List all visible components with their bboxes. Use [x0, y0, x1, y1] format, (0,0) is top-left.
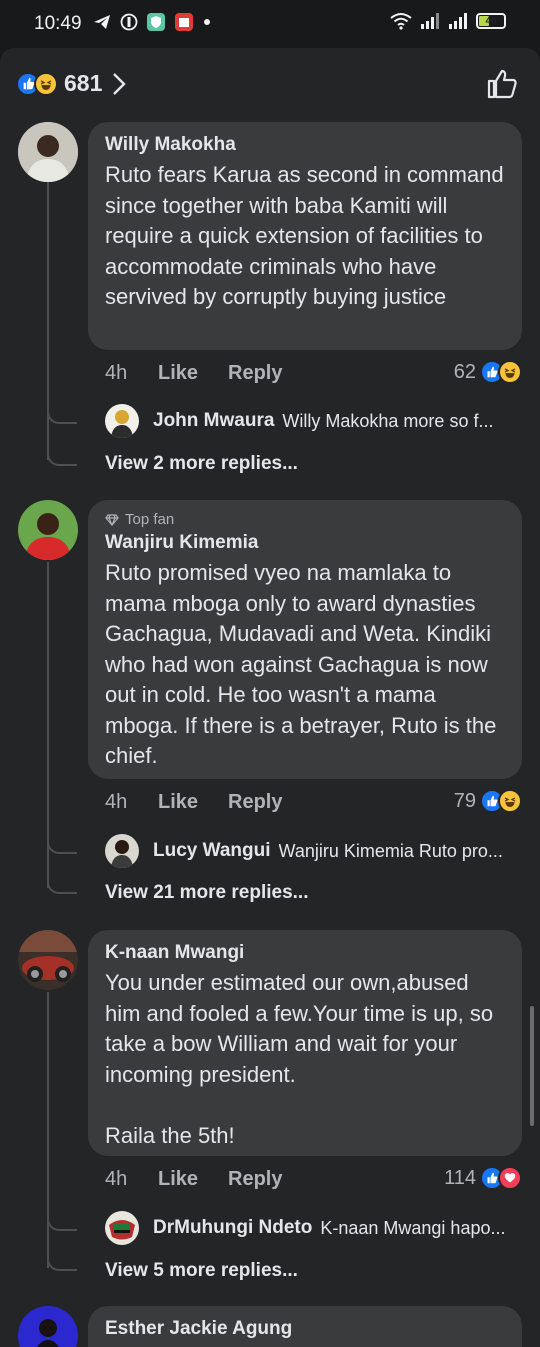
reaction-count: 681 — [64, 70, 103, 96]
reply-text: Wanjiru Kimemia Ruto pro... — [278, 840, 503, 861]
reply-preview[interactable]: DrMuhungi Ndeto K-naan Mwangi hapo... — [105, 1211, 525, 1245]
avatar[interactable] — [18, 500, 78, 560]
comment-text: Ruto fears Karua as second in command si… — [105, 162, 510, 309]
reply-button[interactable]: Reply — [228, 362, 282, 385]
comment-actions: 4h Like Reply — [105, 362, 282, 385]
reply-text: K-naan Mwangi hapo... — [320, 1217, 506, 1238]
comment-reaction-count: 79 — [453, 789, 476, 812]
reactions-summary-button[interactable]: 681 — [16, 70, 127, 97]
avatar — [105, 834, 139, 868]
notification-icons — [92, 12, 212, 32]
like-button[interactable]: Like — [158, 1168, 228, 1191]
reply-connector — [47, 406, 77, 424]
comment-bubble[interactable]: Top fan Wanjiru Kimemia Ruto promised vy… — [88, 500, 522, 779]
haha-reaction-icon — [34, 71, 58, 96]
view-more-replies-button[interactable]: View 5 more replies... — [105, 1260, 298, 1282]
avatar — [105, 1211, 139, 1245]
comment-text: You under estimated our own,abused him a… — [105, 970, 494, 1148]
avatar[interactable] — [18, 122, 78, 182]
reply-connector — [47, 1213, 77, 1231]
reactions-header: 681 — [0, 48, 540, 116]
calendar-badge-icon — [175, 13, 193, 31]
like-button[interactable]: Like — [158, 362, 228, 385]
reply-preview[interactable]: Lucy Wangui Wanjiru Kimemia Ruto pro... — [105, 834, 525, 868]
vpn-shield-icon — [147, 13, 165, 31]
avatar[interactable] — [18, 930, 78, 990]
reply-text: Willy Makokha more so f... — [282, 410, 494, 431]
diamond-icon — [105, 513, 119, 526]
comments-sheet: 681 Willy Makokha Ruto fears Karua as se… — [0, 48, 540, 1347]
comment-reactions[interactable]: 62 — [454, 360, 522, 384]
reply-author[interactable]: Lucy Wangui — [153, 840, 271, 862]
reply-author[interactable]: John Mwaura — [153, 410, 274, 432]
chevron-right-icon — [113, 72, 127, 95]
top-fan-badge: Top fan — [105, 511, 506, 528]
comment-bubble[interactable]: K-naan Mwangi You under estimated our ow… — [88, 930, 522, 1156]
scrollbar[interactable] — [530, 1006, 534, 1126]
battery-level: 40 — [485, 15, 497, 27]
view-more-replies-button[interactable]: View 2 more replies... — [105, 453, 298, 475]
signal-icon — [421, 13, 439, 29]
comment-reactions[interactable]: 79 — [454, 789, 522, 813]
reply-connector — [47, 836, 77, 854]
reply-connector — [47, 876, 77, 894]
system-icons: 40 — [390, 12, 506, 30]
view-more-replies-button[interactable]: View 21 more replies... — [105, 882, 308, 904]
like-button[interactable]: Like — [158, 791, 228, 814]
dot-icon — [204, 19, 210, 25]
reply-preview[interactable]: John Mwaura Willy Makokha more so f... — [105, 404, 525, 438]
comment-age: 4h — [105, 791, 128, 813]
comment-bubble[interactable]: Esther Jackie Agung — [88, 1306, 522, 1347]
cast-icon — [120, 13, 138, 31]
haha-reaction-icon — [498, 789, 522, 813]
comment-actions: 4h Like Reply — [105, 791, 282, 814]
comment-actions: 4h Like Reply — [105, 1168, 282, 1191]
comment-bubble[interactable]: Willy Makokha Ruto fears Karua as second… — [88, 122, 522, 350]
comment-age: 4h — [105, 362, 128, 384]
signal-icon — [449, 13, 467, 29]
telegram-icon — [94, 15, 110, 29]
reply-connector — [47, 1253, 77, 1271]
battery-icon: 40 — [476, 13, 506, 29]
status-bar: 10:49 40 — [0, 0, 540, 48]
comment-author[interactable]: Wanjiru Kimemia — [105, 532, 506, 554]
comment-reactions[interactable]: 114 — [444, 1166, 522, 1190]
wifi-icon — [390, 13, 412, 30]
comment-age: 4h — [105, 1168, 128, 1190]
reply-button[interactable]: Reply — [228, 791, 282, 814]
avatar[interactable] — [18, 1306, 78, 1347]
avatar — [105, 404, 139, 438]
comment-reaction-count: 62 — [453, 360, 476, 383]
status-time: 10:49 — [34, 13, 82, 34]
reply-connector — [47, 448, 77, 466]
thread-line — [47, 992, 49, 1268]
comment-author[interactable]: Esther Jackie Agung — [105, 1318, 506, 1340]
love-reaction-icon — [498, 1166, 522, 1190]
comment-text: Ruto promised vyeo na mamlaka to mama mb… — [105, 560, 503, 768]
reply-button[interactable]: Reply — [228, 1168, 282, 1191]
comment-author[interactable]: K-naan Mwangi — [105, 942, 506, 964]
comment-author[interactable]: Willy Makokha — [105, 134, 506, 156]
comment-reaction-count: 114 — [444, 1166, 476, 1189]
thumbs-up-icon[interactable] — [486, 68, 518, 100]
haha-reaction-icon — [498, 360, 522, 384]
reply-author[interactable]: DrMuhungi Ndeto — [153, 1217, 312, 1239]
top-fan-label: Top fan — [125, 511, 175, 528]
